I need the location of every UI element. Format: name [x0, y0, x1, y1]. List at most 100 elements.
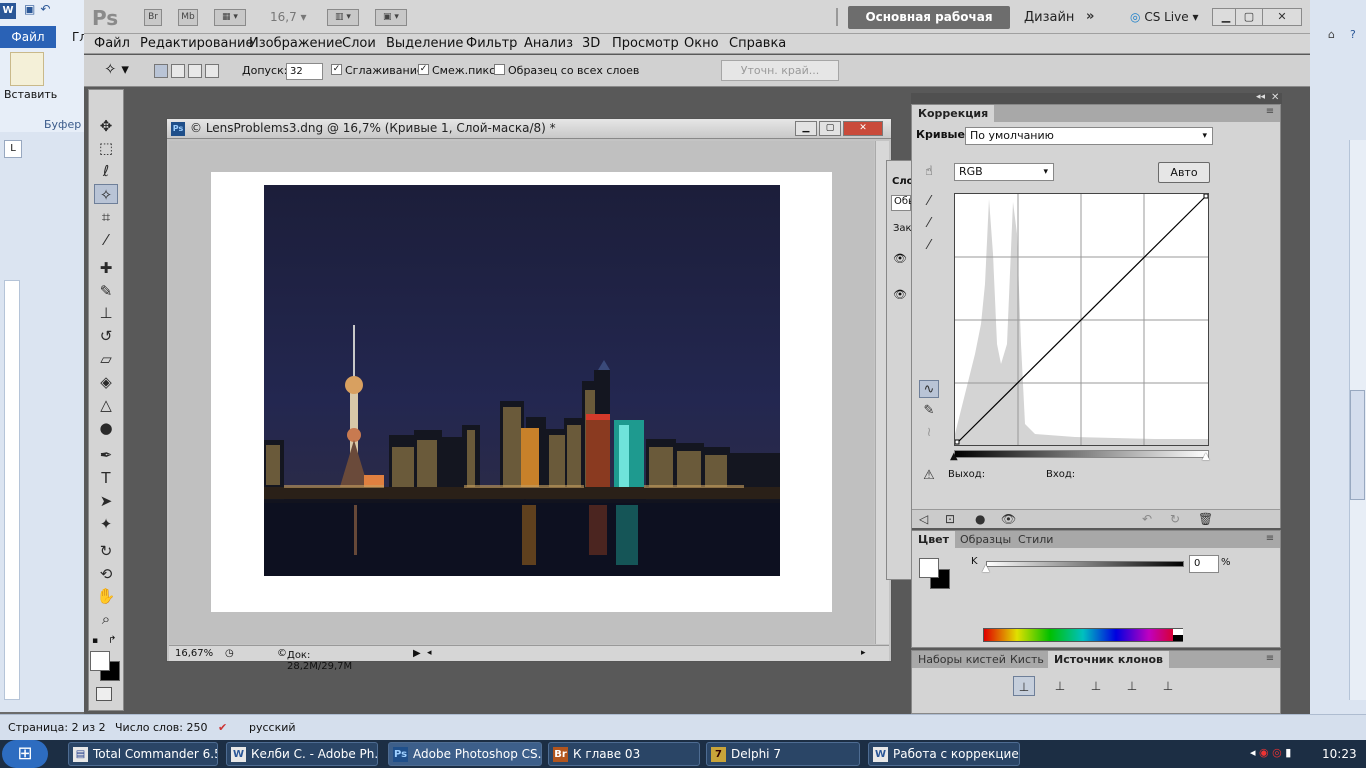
- help-icon-2[interactable]: ?: [1350, 28, 1356, 41]
- clone-source-3-icon[interactable]: ⊥: [1085, 676, 1107, 696]
- k-channel-slider[interactable]: [986, 561, 1184, 567]
- sample-all-layers-checkbox[interactable]: [494, 64, 505, 75]
- doc-minimize-button[interactable]: ▁: [795, 121, 817, 136]
- eraser-tool-icon[interactable]: ▱: [94, 349, 118, 369]
- collapse-panels-icon[interactable]: ◂◂: [1256, 92, 1265, 102]
- white-point-eyedropper-icon[interactable]: ⁄: [919, 237, 939, 255]
- word-app-icon[interactable]: W: [0, 3, 16, 19]
- tray-network-icon[interactable]: ▮: [1285, 746, 1291, 759]
- workspace-design-button[interactable]: Дизайн: [1024, 10, 1074, 25]
- black-white-ramp[interactable]: [1173, 629, 1183, 641]
- quick-access-toolbar[interactable]: ▣↶: [24, 2, 82, 20]
- magic-wand-tool-icon[interactable]: ✧: [94, 184, 118, 204]
- zoom-level-field[interactable]: 16,7 ▾: [270, 10, 307, 24]
- close-panels-icon[interactable]: ✕: [1271, 92, 1279, 103]
- quick-mask-icon[interactable]: [96, 687, 112, 701]
- clip-to-layer-icon[interactable]: ●: [975, 512, 985, 526]
- workspace-essentials-button[interactable]: Основная рабочая среда: [848, 6, 1010, 47]
- doc-scroll-right-icon[interactable]: ▸: [861, 648, 866, 658]
- new-selection-icon[interactable]: [154, 64, 168, 78]
- curves-graph[interactable]: [954, 193, 1209, 446]
- tab-selector-icon[interactable]: L: [4, 140, 22, 158]
- tab-adjustments[interactable]: Коррекция: [912, 105, 995, 122]
- sample-all-layers-label[interactable]: Образец со всех слоев: [508, 64, 639, 77]
- menu-3d[interactable]: 3D: [582, 36, 600, 51]
- menu-edit[interactable]: Редактирование: [140, 36, 253, 51]
- bridge-button[interactable]: Br: [144, 9, 162, 26]
- menu-help[interactable]: Справка: [729, 36, 786, 51]
- doc-maximize-button[interactable]: ▢: [819, 121, 841, 136]
- smooth-curve-icon[interactable]: ≀: [919, 424, 939, 442]
- expand-view-icon[interactable]: ⊡: [945, 512, 955, 526]
- tray-app-icon[interactable]: ◉: [1259, 746, 1269, 759]
- menu-image[interactable]: Изображение: [249, 36, 342, 51]
- color-panel-fg-swatch[interactable]: [919, 558, 939, 578]
- layer-visibility-eye-icon-2[interactable]: 👁: [893, 288, 907, 301]
- move-tool-icon[interactable]: ✥: [94, 116, 118, 136]
- subtract-selection-icon[interactable]: [188, 64, 202, 78]
- visibility-eye-icon[interactable]: 👁: [1001, 512, 1016, 526]
- doc-close-button[interactable]: ✕: [843, 121, 883, 136]
- default-colors-icon[interactable]: ▪: [92, 636, 98, 646]
- taskbar-word-doc[interactable]: W Работа с коррекцие...: [868, 742, 1020, 766]
- contiguous-checkbox[interactable]: ✓: [418, 64, 429, 75]
- paste-label[interactable]: Вставить: [4, 88, 57, 101]
- status-menu-arrow-icon[interactable]: ▶: [413, 648, 421, 659]
- layer-visibility-eye-icon[interactable]: 👁: [893, 252, 907, 265]
- back-arrow-icon[interactable]: ◁: [919, 512, 928, 526]
- taskbar-clock[interactable]: 10:23: [1322, 740, 1364, 768]
- white-point-slider-icon[interactable]: ▲: [1202, 451, 1210, 462]
- clone-panel-menu-icon[interactable]: ≡: [1264, 654, 1276, 665]
- tray-arrow-icon[interactable]: ◂: [1250, 746, 1256, 759]
- word-count[interactable]: Число слов: 250: [115, 721, 208, 734]
- type-tool-icon[interactable]: T: [94, 468, 118, 488]
- clone-source-1-icon[interactable]: ⊥: [1013, 676, 1035, 696]
- save-icon[interactable]: ▣: [24, 2, 40, 16]
- brush-tool-icon[interactable]: ✎: [94, 281, 118, 301]
- clipping-warning-icon[interactable]: ⚠: [919, 467, 939, 485]
- channel-select[interactable]: RGB ▾: [954, 163, 1054, 181]
- menu-layers[interactable]: Слои: [342, 36, 376, 51]
- tab-styles[interactable]: Стили: [1012, 531, 1059, 548]
- tray-app-icon-2[interactable]: ◎: [1272, 746, 1282, 759]
- clone-source-4-icon[interactable]: ⊥: [1121, 676, 1143, 696]
- arrange-documents-button[interactable]: ▥ ▾: [327, 9, 359, 26]
- path-selection-tool-icon[interactable]: ➤: [94, 491, 118, 511]
- taskbar-photoshop[interactable]: Ps Adobe Photoshop CS...: [388, 742, 542, 766]
- delete-adjustment-icon[interactable]: 🗑: [1198, 512, 1213, 526]
- clone-stamp-tool-icon[interactable]: ⊥: [94, 303, 118, 323]
- blur-tool-icon[interactable]: △: [94, 395, 118, 415]
- color-spectrum-ramp[interactable]: [983, 628, 1183, 642]
- help-icon[interactable]: ⌂: [1328, 28, 1335, 41]
- menu-filter[interactable]: Фильтр: [466, 36, 517, 51]
- tolerance-input[interactable]: 32: [286, 63, 323, 80]
- tab-brush-presets[interactable]: Наборы кистей: [912, 651, 1012, 668]
- tab-swatches[interactable]: Образцы: [954, 531, 1017, 548]
- hand-tool-icon[interactable]: ✋: [94, 586, 118, 606]
- pen-tool-icon[interactable]: ✒: [94, 445, 118, 465]
- tab-brush[interactable]: Кисть: [1004, 651, 1050, 668]
- word-scroll-thumb[interactable]: [1350, 390, 1365, 500]
- ps-close-button[interactable]: ✕: [1262, 8, 1302, 26]
- foreground-color-swatch[interactable]: [90, 651, 110, 671]
- undo-icon[interactable]: ↶: [40, 2, 55, 16]
- menu-file[interactable]: Файл: [94, 36, 130, 51]
- healing-brush-tool-icon[interactable]: ✚: [94, 258, 118, 278]
- menu-analysis[interactable]: Анализ: [524, 36, 573, 51]
- k-value-input[interactable]: 0: [1189, 555, 1219, 573]
- tab-clone-source[interactable]: Источник клонов: [1048, 651, 1170, 668]
- intersect-selection-icon[interactable]: [205, 64, 219, 78]
- blend-mode-fragment[interactable]: Обы: [891, 195, 916, 211]
- paint-bucket-tool-icon[interactable]: ◈: [94, 372, 118, 392]
- spellcheck-icon[interactable]: ✔: [218, 721, 227, 734]
- crop-tool-icon[interactable]: ⌗: [94, 207, 118, 227]
- marquee-tool-icon[interactable]: ⬚: [94, 138, 118, 158]
- paste-icon[interactable]: [10, 52, 44, 86]
- word-file-tab[interactable]: Файл: [0, 26, 56, 48]
- word-home-tab[interactable]: Гл: [60, 26, 87, 48]
- clone-source-5-icon[interactable]: ⊥: [1157, 676, 1179, 696]
- color-panel-menu-icon[interactable]: ≡: [1264, 534, 1276, 545]
- lasso-tool-icon[interactable]: ℓ: [94, 161, 118, 181]
- city-night-photo[interactable]: [264, 185, 780, 576]
- curve-pencil-tool-icon[interactable]: ✎: [919, 402, 939, 420]
